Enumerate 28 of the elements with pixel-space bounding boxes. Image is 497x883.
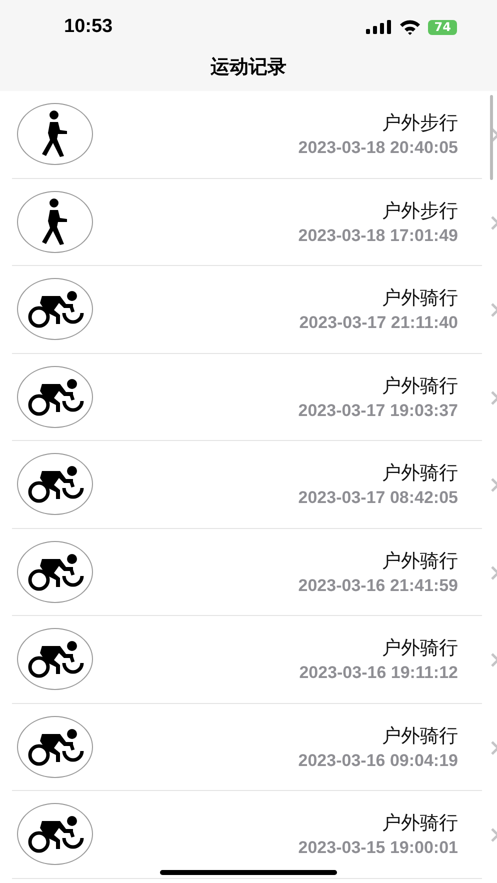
activity-title: 户外骑行 bbox=[382, 724, 458, 749]
record-row[interactable]: 户外骑行 2023-03-16 19:11:12 bbox=[12, 616, 482, 704]
record-row[interactable]: 户外骑行 2023-03-16 09:04:19 bbox=[12, 704, 482, 791]
activity-title: 户外骑行 bbox=[382, 548, 458, 574]
activity-title: 户外步行 bbox=[382, 111, 458, 136]
activity-time: 2023-03-18 20:40:05 bbox=[298, 138, 458, 158]
activity-title: 户外步行 bbox=[382, 198, 458, 224]
activity-time: 2023-03-16 21:41:59 bbox=[298, 576, 458, 596]
activity-time: 2023-03-17 19:03:37 bbox=[298, 400, 458, 421]
activity-title: 户外骑行 bbox=[382, 286, 458, 312]
record-row[interactable]: 户外骑行 2023-03-17 08:42:05 bbox=[12, 441, 482, 528]
activity-time: 2023-03-17 21:11:40 bbox=[299, 313, 458, 334]
activity-time: 2023-03-16 19:11:12 bbox=[299, 663, 458, 684]
activity-time: 2023-03-18 17:01:49 bbox=[298, 226, 458, 246]
record-row[interactable]: 户外骑行 2023-03-17 19:03:37 bbox=[12, 354, 482, 441]
activity-title: 户外骑行 bbox=[382, 811, 458, 836]
activity-time: 2023-03-16 09:04:19 bbox=[298, 750, 458, 771]
record-row[interactable]: 户外骑行 2023-03-17 21:11:40 bbox=[12, 266, 482, 354]
activity-title: 户外骑行 bbox=[382, 636, 458, 662]
page-title: 运动记录 bbox=[210, 55, 286, 80]
activity-title: 户外骑行 bbox=[382, 461, 458, 486]
record-row[interactable]: 户外骑行 2023-03-16 21:41:59 bbox=[12, 528, 482, 616]
activity-time: 2023-03-15 19:00:01 bbox=[298, 838, 458, 858]
activity-title: 户外骑行 bbox=[382, 374, 458, 399]
record-row[interactable]: 户外步行 2023-03-18 17:01:49 bbox=[12, 178, 482, 266]
battery-level: 74 bbox=[428, 20, 457, 34]
activity-time: 2023-03-17 08:42:05 bbox=[298, 488, 458, 508]
status-time: 10:53 bbox=[64, 16, 113, 38]
